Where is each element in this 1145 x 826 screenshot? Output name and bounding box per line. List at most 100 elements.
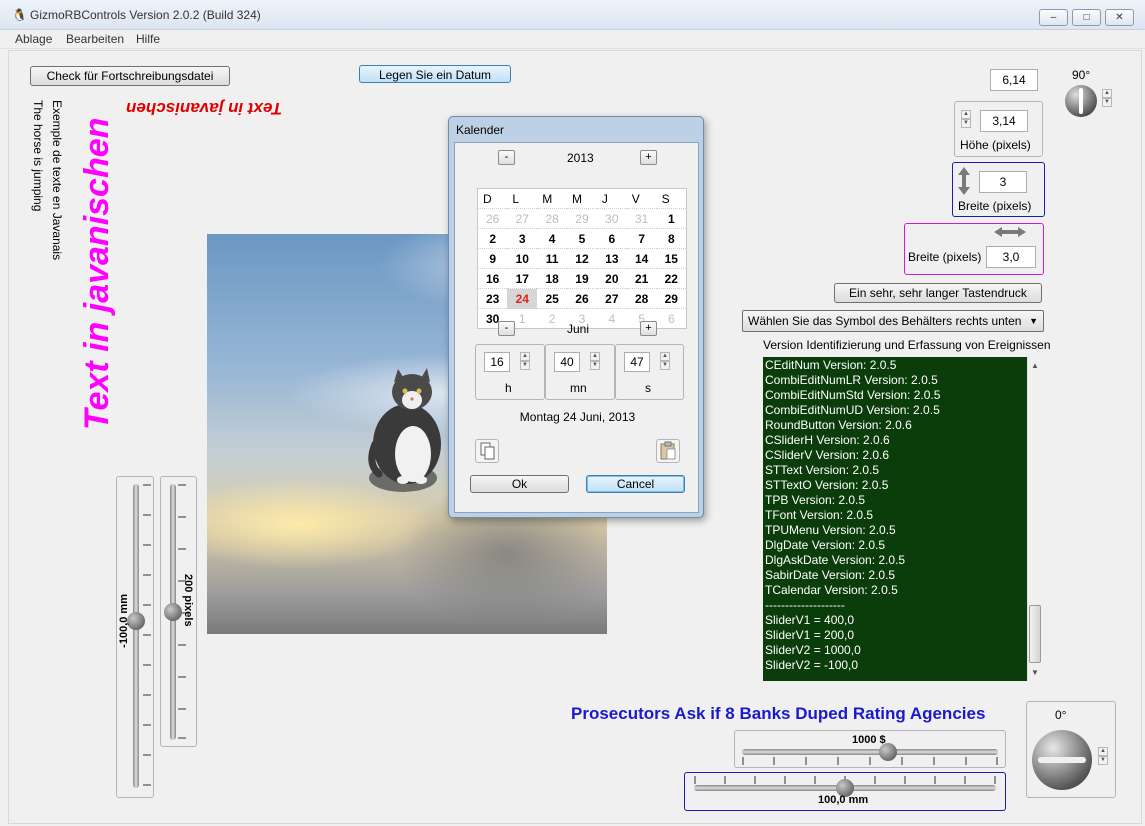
- hour-cell: 16 ▲ ▼ h: [475, 344, 545, 400]
- breite-h-field[interactable]: 3,0: [986, 246, 1036, 268]
- top-value-field[interactable]: 6,14: [990, 69, 1038, 91]
- calendar-grid: DLMMJVS 26 27 28 29 30 31 1 2 3 4 5 6 7 8 9 10 11 12 13 14 1…: [477, 188, 687, 329]
- angle-bottom-spinner[interactable]: ▲ ▼: [1098, 747, 1108, 765]
- rotation-knob-bottom[interactable]: [1032, 730, 1092, 790]
- slider-h1-label: 1000 $: [852, 734, 886, 746]
- set-date-button[interactable]: Legen Sie ein Datum: [359, 65, 511, 83]
- calendar-day[interactable]: 30: [596, 208, 627, 229]
- dropdown-value: Wählen Sie das Symbol des Behälters rech…: [748, 314, 1022, 328]
- window-title: GizmoRBControls Version 2.0.2 (Build 324…: [30, 8, 261, 22]
- calendar-day[interactable]: 21: [626, 268, 657, 289]
- log-line: TFont Version: 2.0.5: [765, 508, 874, 522]
- calendar-day[interactable]: 13: [596, 248, 627, 269]
- calendar-day[interactable]: 22: [656, 268, 687, 289]
- calendar-day[interactable]: 10: [507, 248, 538, 269]
- slider-v1-ticks: [143, 484, 151, 786]
- calendar-day[interactable]: 4: [596, 308, 627, 329]
- calendar-day[interactable]: 23: [477, 288, 508, 309]
- log-scroll-thumb[interactable]: [1029, 605, 1041, 663]
- check-update-button[interactable]: Check für Fortschreibungsdatei: [30, 66, 230, 86]
- log-title: Version Identifizierung und Erfassung vo…: [763, 338, 1051, 352]
- year-plus-button[interactable]: +: [640, 150, 657, 165]
- log-line: SliderV1 = 400,0: [765, 613, 855, 627]
- breite-v-field[interactable]: 3: [979, 171, 1027, 193]
- calendar-day[interactable]: 3: [507, 228, 538, 249]
- calendar-day[interactable]: 29: [567, 208, 597, 229]
- breite-v-label: Breite (pixels): [958, 199, 1032, 213]
- calendar-day[interactable]: 6: [596, 228, 627, 249]
- weekday-header: V: [626, 188, 657, 209]
- second-field[interactable]: 47: [624, 352, 650, 372]
- month-label: Juni: [567, 322, 590, 336]
- hour-spinner[interactable]: ▲ ▼: [520, 352, 530, 370]
- calendar-day[interactable]: 2: [537, 308, 568, 329]
- maximize-icon[interactable]: □: [1072, 9, 1101, 26]
- menu-bearbeiten[interactable]: Bearbeiten: [66, 32, 124, 46]
- calendar-day[interactable]: 27: [507, 208, 538, 229]
- calendar-day[interactable]: 5: [567, 228, 597, 249]
- slider-h1-track[interactable]: [742, 749, 998, 755]
- ok-button[interactable]: Ok: [470, 475, 569, 493]
- calendar-day[interactable]: 28: [537, 208, 568, 229]
- menu-hilfe[interactable]: Hilfe: [136, 32, 160, 46]
- calendar-day[interactable]: 8: [656, 228, 687, 249]
- month-minus-button[interactable]: -: [498, 321, 515, 336]
- log-line: CEditNum Version: 2.0.5: [765, 358, 897, 372]
- log-line: CSliderH Version: 2.0.6: [765, 433, 890, 447]
- calendar-day[interactable]: 15: [656, 248, 687, 269]
- dialog-title: Kalender: [456, 123, 505, 137]
- month-plus-button[interactable]: +: [640, 321, 657, 336]
- minute-spinner[interactable]: ▲ ▼: [590, 352, 600, 370]
- calendar-day[interactable]: 28: [626, 288, 657, 309]
- log-line: SabirDate Version: 2.0.5: [765, 568, 896, 582]
- calendar-day[interactable]: 7: [626, 228, 657, 249]
- calendar-day[interactable]: 16: [477, 268, 508, 289]
- calendar-week-row: 9 10 11 12 13 14 15: [477, 248, 687, 269]
- year-minus-button[interactable]: -: [498, 150, 515, 165]
- dialog-body: - 2013 + DLMMJVS 26 27 28 29 30 31 1 2 3 4 5 6 7 8 9 10…: [454, 142, 699, 513]
- calendar-day[interactable]: 27: [596, 288, 627, 309]
- scroll-up-icon[interactable]: ▲: [1031, 361, 1039, 370]
- slider-v2-knob[interactable]: [164, 603, 182, 621]
- calendar-day[interactable]: 6: [656, 308, 687, 329]
- calendar-day[interactable]: 2: [477, 228, 508, 249]
- hoehe-spinner[interactable]: ▲ ▼: [961, 110, 971, 128]
- angle-top-spinner[interactable]: ▲ ▼: [1102, 89, 1112, 107]
- calendar-day[interactable]: 14: [626, 248, 657, 269]
- calendar-day[interactable]: 26: [477, 208, 508, 229]
- slider-v1-track[interactable]: [133, 484, 139, 788]
- container-icon-dropdown[interactable]: Wählen Sie das Symbol des Behälters rech…: [742, 310, 1044, 332]
- copy-icon[interactable]: [475, 439, 499, 463]
- long-press-button[interactable]: Ein sehr, sehr langer Tastendruck: [834, 283, 1042, 303]
- hoehe-field[interactable]: 3,14: [980, 110, 1028, 132]
- calendar-day[interactable]: 11: [537, 248, 568, 269]
- event-log[interactable]: CEditNum Version: 2.0.5 CombiEditNumLR Ve…: [763, 357, 1027, 681]
- calendar-day[interactable]: 1: [656, 208, 687, 229]
- calendar-day[interactable]: 25: [537, 288, 568, 309]
- calendar-day[interactable]: 18: [537, 268, 568, 289]
- log-line: CSliderV Version: 2.0.6: [765, 448, 890, 462]
- close-icon[interactable]: ✕: [1105, 9, 1134, 26]
- calendar-day[interactable]: 31: [626, 208, 657, 229]
- log-line: DlgAskDate Version: 2.0.5: [765, 553, 906, 567]
- minimize-icon[interactable]: –: [1039, 9, 1068, 26]
- calendar-day[interactable]: 29: [656, 288, 687, 309]
- second-spinner[interactable]: ▲ ▼: [660, 352, 670, 370]
- scroll-down-icon[interactable]: ▼: [1031, 668, 1039, 677]
- calendar-day[interactable]: 20: [596, 268, 627, 289]
- rotation-knob-top[interactable]: [1065, 85, 1097, 117]
- menu-ablage[interactable]: Ablage: [15, 32, 52, 46]
- calendar-day[interactable]: 4: [537, 228, 568, 249]
- calendar-day[interactable]: 24: [507, 288, 538, 309]
- log-line: --------------------: [765, 598, 845, 612]
- calendar-day[interactable]: 12: [567, 248, 597, 269]
- calendar-day[interactable]: 19: [567, 268, 597, 289]
- paste-icon[interactable]: [656, 439, 680, 463]
- cancel-button[interactable]: Cancel: [586, 475, 685, 493]
- hour-field[interactable]: 16: [484, 352, 510, 372]
- calendar-day[interactable]: 17: [507, 268, 538, 289]
- minute-field[interactable]: 40: [554, 352, 580, 372]
- calendar-day[interactable]: 9: [477, 248, 508, 269]
- calendar-day[interactable]: 26: [567, 288, 597, 309]
- log-line: CombiEditNumLR Version: 2.0.5: [765, 373, 938, 387]
